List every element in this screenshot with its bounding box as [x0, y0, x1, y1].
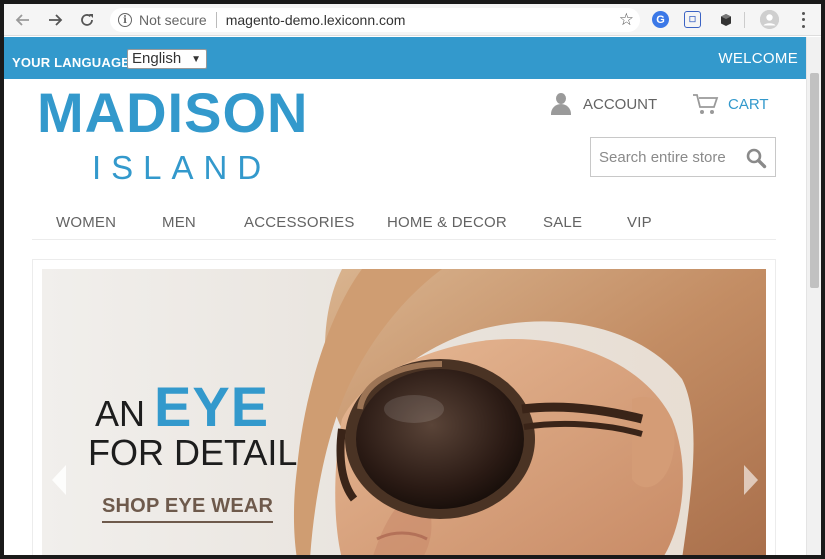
nav-item-vip[interactable]: VIP [627, 214, 652, 231]
logo-line-1[interactable]: MADISON [37, 83, 308, 143]
language-select[interactable]: English ▼ [127, 49, 207, 69]
toolbar-divider [744, 12, 745, 28]
main-navigation: WOMEN MEN ACCESSORIES HOME & DECOR SALE … [32, 207, 776, 240]
profile-icon[interactable] [760, 10, 779, 29]
language-selected-value: English [132, 50, 182, 67]
divider [215, 12, 217, 28]
url-text[interactable]: magento-demo.lexiconn.com [226, 12, 406, 28]
reload-icon[interactable] [76, 9, 98, 31]
cube-icon[interactable] [717, 11, 734, 28]
search-input[interactable] [592, 139, 738, 175]
language-label: YOUR LANGUAGE: [12, 55, 135, 70]
hero-headline-an: AN [95, 393, 146, 434]
top-bar: YOUR LANGUAGE: English ▼ WELCOME [4, 37, 806, 79]
nav-item-women[interactable]: WOMEN [56, 214, 116, 231]
welcome-message: WELCOME [718, 50, 798, 67]
nav-item-sale[interactable]: SALE [543, 214, 582, 231]
slider-next-icon[interactable] [744, 465, 758, 495]
slider-prev-icon[interactable] [52, 465, 66, 495]
nav-item-home-decor[interactable]: HOME & DECOR [387, 214, 507, 231]
search-icon[interactable] [745, 147, 767, 169]
chevron-down-icon: ▼ [191, 54, 201, 65]
cart-link[interactable]: CART [692, 92, 769, 116]
web-page: YOUR LANGUAGE: English ▼ WELCOME MADISON… [4, 37, 806, 555]
account-link[interactable]: ACCOUNT [549, 92, 657, 116]
scrollbar-thumb[interactable] [810, 73, 819, 288]
account-label: ACCOUNT [583, 95, 658, 113]
back-arrow-icon[interactable] [12, 9, 34, 31]
browser-toolbar: i Not secure magento-demo.lexiconn.com ☆… [4, 4, 821, 36]
cart-icon [693, 94, 719, 114]
hero-headline-eye: EYE [154, 375, 270, 438]
browser-window: i Not secure magento-demo.lexiconn.com ☆… [4, 4, 821, 555]
cart-label: CART [728, 95, 769, 113]
hero-slider[interactable]: AN EYE FOR DETAIL SHOP EYE WEAR [42, 269, 766, 555]
star-icon[interactable]: ☆ [619, 10, 634, 30]
grammarly-icon[interactable]: G [652, 11, 669, 28]
search-form [590, 137, 776, 177]
address-bar[interactable]: i Not secure magento-demo.lexiconn.com ☆ [110, 8, 640, 32]
logo-line-2[interactable]: ISLAND [92, 149, 271, 187]
shop-eye-wear-link[interactable]: SHOP EYE WEAR [102, 495, 274, 523]
nav-item-men[interactable]: MEN [162, 214, 196, 231]
scrollbar[interactable] [806, 37, 821, 555]
nav-item-accessories[interactable]: ACCESSORIES [244, 214, 355, 231]
grammarly-icon-letter: G [656, 13, 665, 26]
account-icon [549, 92, 573, 116]
kebab-menu-icon[interactable] [798, 10, 808, 30]
badge-icon[interactable]: ☐ [684, 11, 701, 28]
security-status: Not secure [139, 12, 207, 28]
info-icon[interactable]: i [118, 13, 132, 27]
forward-arrow-icon[interactable] [44, 9, 66, 31]
hero-headline-detail: FOR DETAIL [88, 432, 298, 473]
